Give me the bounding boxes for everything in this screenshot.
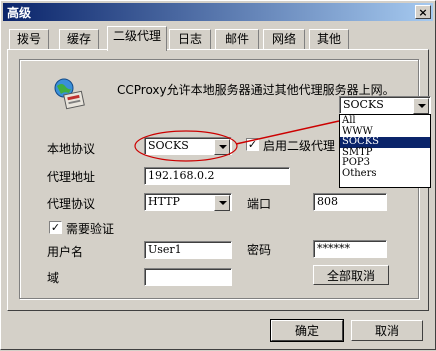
require-auth-checkbox[interactable]: ✓ — [49, 221, 62, 234]
proxy-type-dropdown-button[interactable] — [413, 98, 429, 114]
proxy-address-input[interactable]: 192.168.0.2 — [144, 167, 290, 185]
proxy-type-combo-value: SOCKS — [343, 98, 384, 111]
cancel-button[interactable]: 取消 — [351, 320, 423, 341]
port-input[interactable]: 808 — [313, 193, 387, 211]
proxy-address-label: 代理地址 — [47, 170, 96, 184]
local-protocol-combo[interactable]: SOCKS — [144, 137, 232, 155]
close-button[interactable]: × — [415, 5, 431, 19]
domain-input[interactable] — [144, 268, 232, 286]
tab-secondary-proxy[interactable]: 二级代理 — [107, 26, 167, 51]
local-protocol-value: SOCKS — [148, 139, 189, 152]
chevron-down-icon — [418, 104, 426, 108]
username-input[interactable]: User1 — [144, 241, 232, 259]
ok-button[interactable]: 确定 — [270, 319, 344, 342]
password-label: 密码 — [247, 243, 272, 257]
chevron-down-icon — [219, 201, 227, 205]
port-label: 端口 — [247, 197, 272, 211]
tab-other[interactable]: 其他 — [309, 29, 349, 49]
proxy-protocol-value: HTTP — [148, 195, 180, 208]
dropdown-option-others[interactable]: Others — [340, 168, 430, 180]
password-input[interactable]: ****** — [313, 240, 387, 258]
proxy-type-combo[interactable]: SOCKS — [339, 96, 431, 114]
tab-network[interactable]: 网络 — [263, 29, 305, 49]
tab-mail[interactable]: 邮件 — [215, 29, 259, 49]
domain-label: 域 — [47, 271, 60, 285]
proxy-protocol-label: 代理协议 — [47, 197, 96, 211]
enable-secondary-proxy-checkbox[interactable]: ✓ — [246, 138, 259, 151]
dialog-window: 高级 × 拨号 缓存 二级代理 日志 邮件 网络 其他 CCProxy允许本地服… — [0, 0, 436, 350]
tab-log[interactable]: 日志 — [169, 29, 211, 49]
dropdown-option-all[interactable]: All — [340, 115, 430, 127]
enable-secondary-proxy-label: 启用二级代理 — [263, 139, 336, 153]
title-bar[interactable]: 高级 × — [3, 3, 433, 21]
local-protocol-dropdown-button[interactable] — [214, 139, 230, 155]
window-title: 高级 — [7, 6, 32, 20]
tab-cache[interactable]: 缓存 — [59, 29, 99, 49]
proxy-protocol-combo[interactable]: HTTP — [144, 193, 232, 211]
proxy-type-dropdown-list[interactable]: All WWW SOCKS SMTP POP3 Others — [339, 114, 431, 188]
proxy-protocol-dropdown-button[interactable] — [214, 195, 230, 211]
chevron-down-icon — [219, 145, 227, 149]
tab-dialup[interactable]: 拨号 — [9, 29, 49, 49]
username-label: 用户名 — [47, 245, 84, 259]
cancel-all-button[interactable]: 全部取消 — [313, 265, 389, 285]
network-globe-icon — [54, 78, 85, 110]
local-protocol-label: 本地协议 — [47, 142, 96, 156]
require-auth-label: 需要验证 — [66, 222, 115, 236]
